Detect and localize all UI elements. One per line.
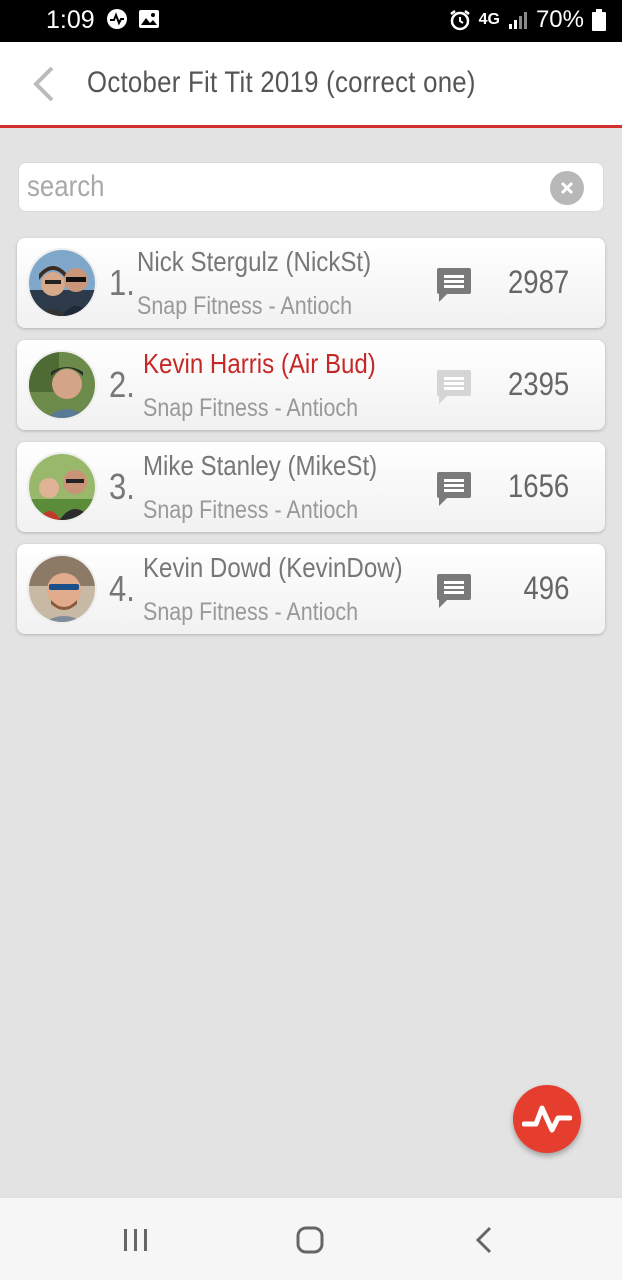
chat-button[interactable] xyxy=(435,572,473,612)
image-icon xyxy=(139,10,159,28)
activity-fab-button[interactable] xyxy=(513,1085,581,1153)
chat-button[interactable] xyxy=(435,266,473,306)
search-input[interactable] xyxy=(27,167,475,207)
recent-apps-button[interactable] xyxy=(116,1220,156,1260)
score: 1656 xyxy=(507,468,569,504)
recent-apps-icon xyxy=(124,1229,147,1251)
avatar xyxy=(27,350,97,420)
rank: 4. xyxy=(109,568,135,609)
search-box xyxy=(18,162,604,212)
status-time: 1:09 xyxy=(46,6,95,34)
home-button[interactable] xyxy=(290,1220,330,1260)
alarm-icon xyxy=(449,10,470,31)
rank: 2. xyxy=(109,364,135,405)
network-type: 4G xyxy=(478,11,500,28)
chat-icon xyxy=(437,268,471,302)
gym-name: Snap Fitness - Antioch xyxy=(143,496,359,524)
avatar xyxy=(27,554,97,624)
participant-name: Kevin Dowd (KevinDow) xyxy=(143,552,403,583)
gym-name: Snap Fitness - Antioch xyxy=(143,394,359,422)
chat-button[interactable] xyxy=(435,470,473,510)
status-icons-right: 4G 70% xyxy=(449,6,606,34)
participant-name: Nick Stergulz (NickSt) xyxy=(137,246,372,277)
home-icon xyxy=(296,1226,324,1254)
battery-percent: 70% xyxy=(535,6,584,33)
gym-name: Snap Fitness - Antioch xyxy=(137,292,353,320)
signal-icon xyxy=(508,12,527,29)
rank: 1. xyxy=(109,262,135,303)
leaderboard-row[interactable]: 4. Kevin Dowd (KevinDow) Snap Fitness - … xyxy=(17,544,605,634)
activity-pulse-icon xyxy=(522,1105,572,1133)
app-header: October Fit Tit 2019 (correct one) xyxy=(0,42,622,128)
page-title: October Fit Tit 2019 (correct one) xyxy=(87,66,476,99)
back-button[interactable] xyxy=(22,62,66,106)
chevron-left-icon xyxy=(33,66,54,102)
leaderboard-row[interactable]: 2. Kevin Harris (Air Bud) Snap Fitness -… xyxy=(17,340,605,430)
activity-app-icon xyxy=(107,9,127,29)
avatar xyxy=(27,452,97,522)
back-icon xyxy=(475,1226,492,1254)
chat-button[interactable] xyxy=(435,368,473,408)
leaderboard-row[interactable]: 3. Mike Stanley (MikeSt) Snap Fitness - … xyxy=(17,442,605,532)
nav-back-button[interactable] xyxy=(464,1220,504,1260)
status-bar: 1:09 4G 70% xyxy=(0,0,622,42)
battery-icon xyxy=(592,9,606,31)
score: 496 xyxy=(523,570,569,606)
score: 2395 xyxy=(507,366,569,402)
rank: 3. xyxy=(109,466,135,507)
chat-icon xyxy=(437,472,471,506)
participant-name: Kevin Harris (Air Bud) xyxy=(143,348,376,379)
close-icon xyxy=(560,181,574,195)
gym-name: Snap Fitness - Antioch xyxy=(143,598,359,626)
chat-icon xyxy=(437,574,471,608)
clear-search-button[interactable] xyxy=(550,171,584,205)
participant-name: Mike Stanley (MikeSt) xyxy=(143,450,378,481)
score: 2987 xyxy=(507,264,569,300)
avatar xyxy=(27,248,97,318)
chat-icon xyxy=(437,370,471,404)
status-icons-left xyxy=(106,8,160,30)
system-nav-bar xyxy=(0,1197,622,1280)
leaderboard-row[interactable]: 1. Nick Stergulz (NickSt) Snap Fitness -… xyxy=(17,238,605,328)
